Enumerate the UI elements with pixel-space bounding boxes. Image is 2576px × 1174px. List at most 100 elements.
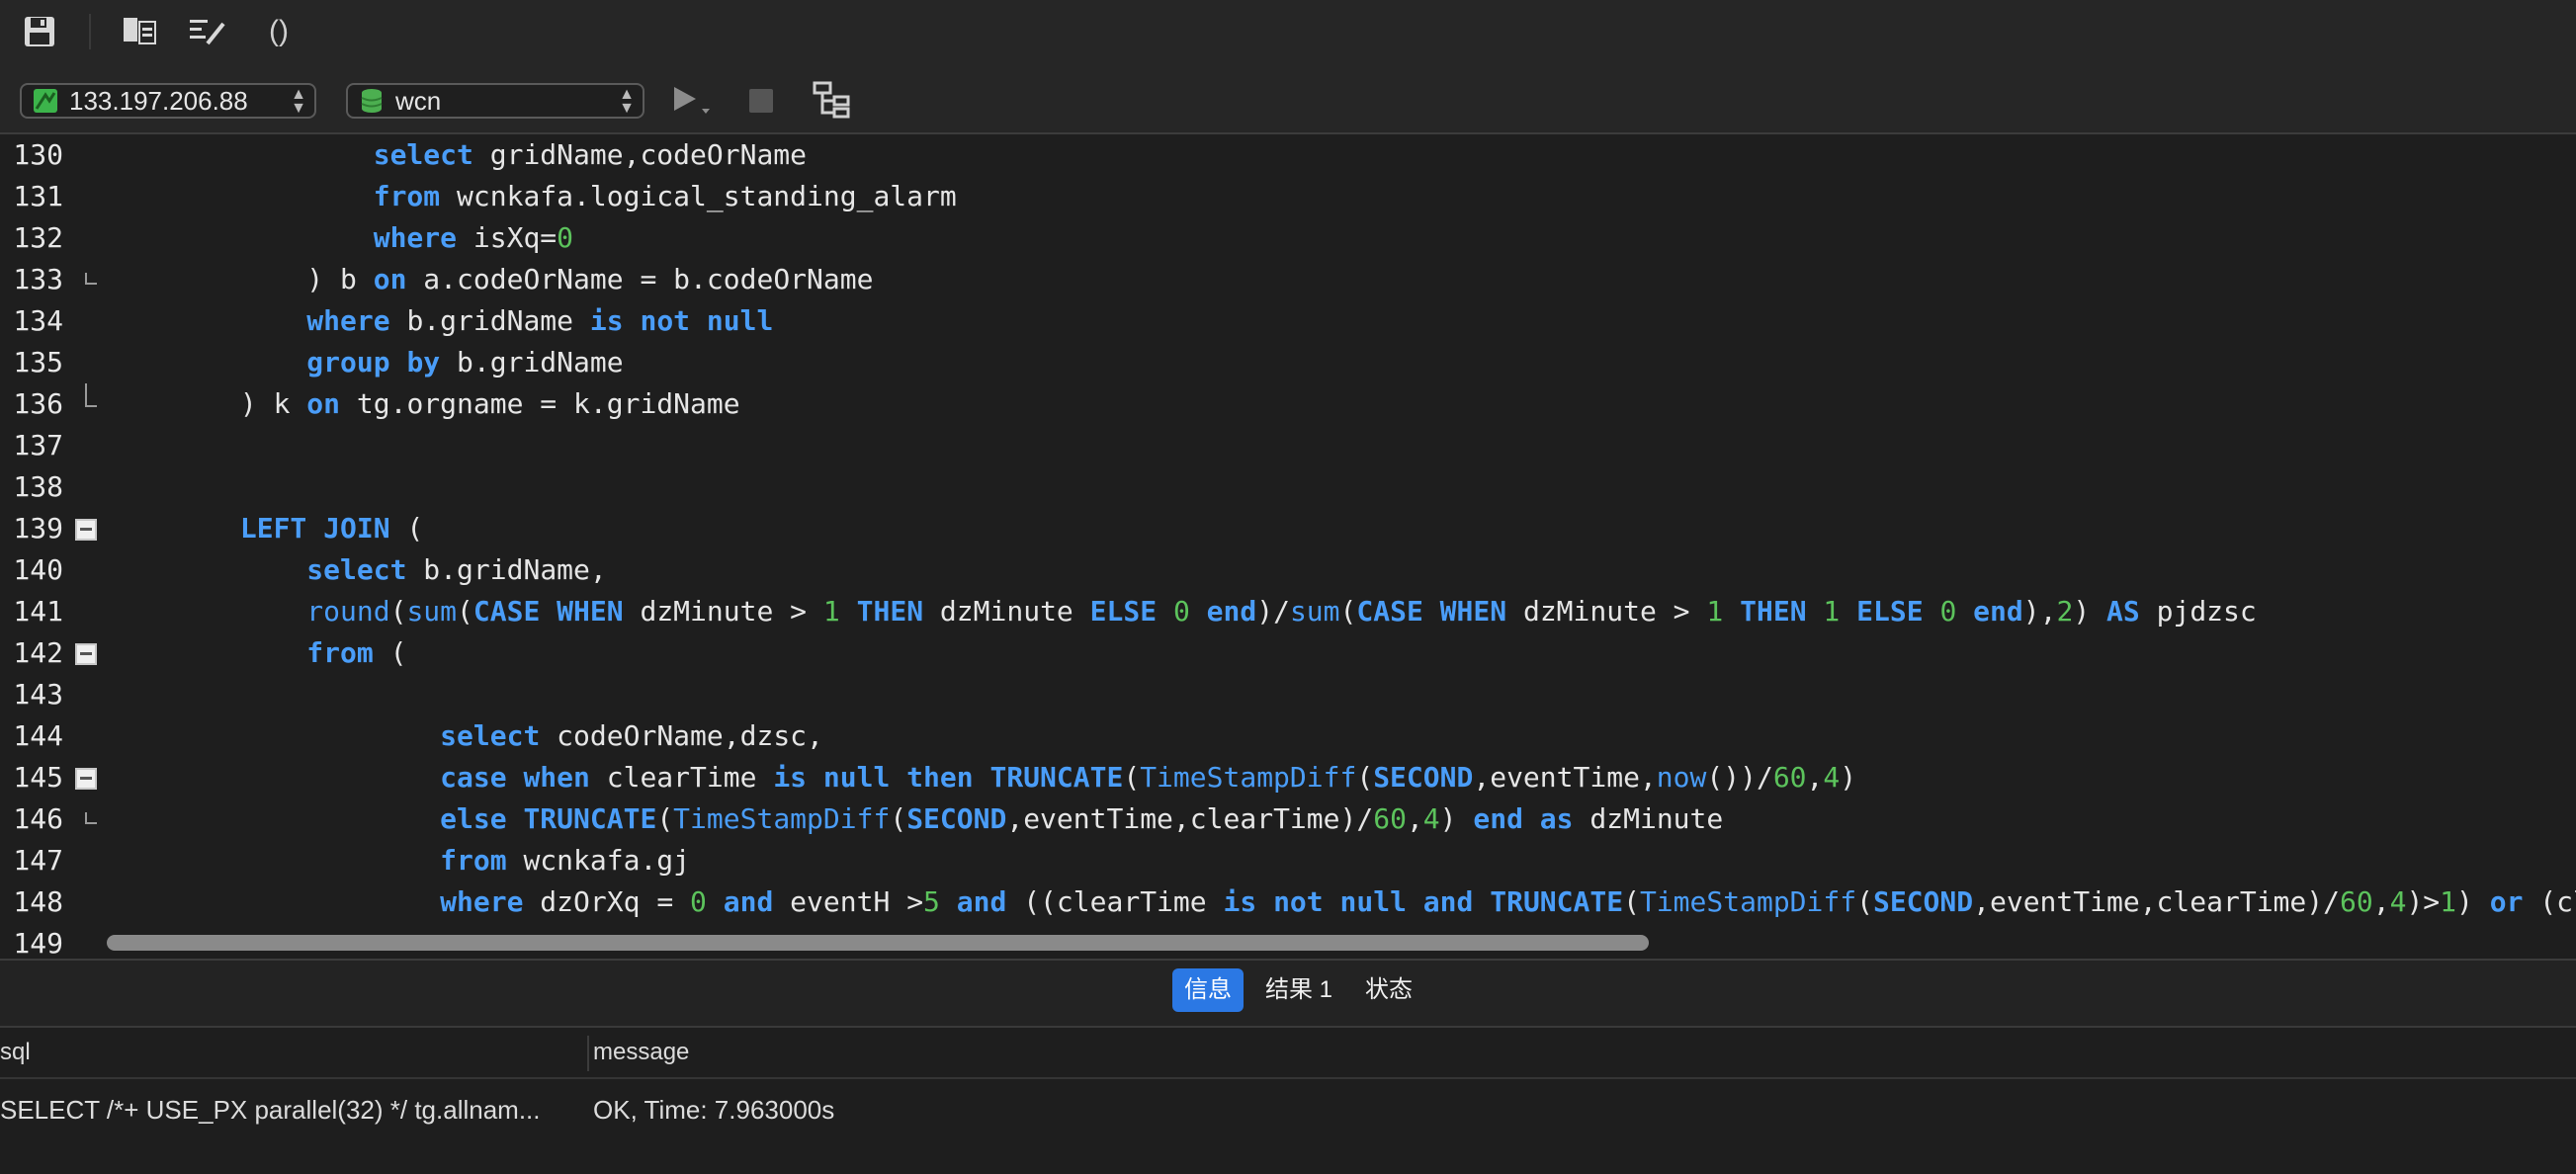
parentheses-glyph: () [269, 15, 289, 47]
sql-text: ( [656, 802, 674, 835]
sql-function: TimeStampDiff [1639, 885, 1857, 918]
sql-text: ( [389, 512, 424, 545]
line-number: 133 [13, 263, 63, 295]
code-line[interactable]: 138 [0, 466, 2576, 508]
line-number: 144 [13, 719, 63, 752]
fold-toggle-icon[interactable] [75, 643, 97, 665]
sql-text: ( [1856, 885, 1873, 918]
sql-text: b.gridName, [406, 553, 607, 586]
explain-button[interactable] [813, 81, 852, 121]
sql-text: , [1406, 802, 1423, 835]
sql-text: dzMinute > [623, 595, 823, 628]
query-builder-icon[interactable] [121, 12, 160, 51]
sql-keyword: AS [2106, 595, 2140, 628]
code-text: where isXq=0 [107, 217, 573, 259]
sql-text: dzMinute [923, 595, 1090, 628]
code-line[interactable]: 131 from wcnkafa.logical_standing_alarm [0, 176, 2576, 217]
sql-text: ((clearTime [1006, 885, 1224, 918]
result-header: sql message [0, 1028, 2576, 1079]
code-line[interactable]: 144 select codeOrName,dzsc, [0, 715, 2576, 757]
connection-icon [34, 89, 57, 113]
code-line[interactable]: 130 select gridName,codeOrName [0, 134, 2576, 176]
sql-text: ), [2022, 595, 2057, 628]
sql-text: ) b [306, 263, 374, 295]
sql-text: clearTime [589, 761, 774, 794]
line-number: 143 [13, 678, 63, 711]
tab-info[interactable]: 信息 [1172, 968, 1244, 1012]
result-tabs: 信息 结果 1 状态 [0, 961, 2576, 1028]
sql-keyword: THEN [856, 595, 924, 628]
column-separator[interactable] [587, 1036, 589, 1071]
sql-keyword: case when [440, 761, 590, 794]
parentheses-icon[interactable]: () [259, 12, 299, 51]
code-line[interactable]: 140 select b.gridName, [0, 549, 2576, 591]
sql-text: gridName,codeOrName [472, 138, 808, 171]
code-line[interactable]: 133 ) b on a.codeOrName = b.codeOrName [0, 259, 2576, 300]
sql-keyword: ELSE [1089, 595, 1158, 628]
tab-status[interactable]: 状态 [1354, 968, 1423, 1012]
sql-keyword: and [723, 885, 774, 918]
fold-toggle-icon[interactable] [75, 519, 97, 541]
code-line[interactable]: 137 [0, 425, 2576, 466]
chevron-updown-icon: ▲ ▼ [619, 86, 635, 117]
database-select[interactable]: wcn ▲ ▼ [346, 83, 644, 119]
sql-keyword: TRUNCATE [1490, 885, 1624, 918]
run-button[interactable] [672, 83, 716, 119]
code-line[interactable]: 132 where isXq=0 [0, 217, 2576, 259]
code-line[interactable]: 145 case when clearTime is null then TRU… [0, 757, 2576, 798]
sql-text: )/ [1256, 595, 1290, 628]
sql-keyword: SECOND [1872, 885, 1974, 918]
sql-keyword: where [440, 885, 524, 918]
sql-number: 60 [1772, 761, 1807, 794]
connection-bar: 133.197.206.88 ▲ ▼ wcn ▲ ▼ [0, 63, 2576, 134]
sql-text: wcnkafa.gj [506, 844, 691, 877]
sql-number: 5 [923, 885, 940, 918]
code-line[interactable]: 148 where dzOrXq = 0 and eventH >5 and (… [0, 881, 2576, 923]
line-number: 145 [13, 761, 63, 794]
line-number: 138 [13, 470, 63, 503]
stop-button[interactable] [747, 87, 775, 115]
sql-number: 60 [1373, 802, 1407, 835]
sql-keyword: CASE WHEN [1356, 595, 1507, 628]
code-line[interactable]: 135 group by b.gridName [0, 342, 2576, 383]
sql-text: tg.orgname = k.gridName [340, 387, 740, 420]
sql-text: ( [389, 595, 407, 628]
code-line[interactable]: 139 LEFT JOIN ( [0, 508, 2576, 549]
sql-text: ( [1623, 885, 1640, 918]
sql-keyword: on [306, 387, 341, 420]
code-text: ) k on tg.orgname = k.gridName [107, 383, 740, 425]
fold-toggle-icon[interactable] [75, 768, 97, 790]
code-text: where b.gridName is not null [107, 300, 773, 342]
code-line[interactable]: 134 where b.gridName is not null [0, 300, 2576, 342]
sql-editor[interactable]: 130 select gridName,codeOrName 131 from w… [0, 134, 2576, 959]
code-text: group by b.gridName [107, 342, 623, 383]
code-line[interactable]: 142 from ( [0, 632, 2576, 674]
code-line[interactable]: 136 ) k on tg.orgname = k.gridName [0, 383, 2576, 425]
code-line[interactable]: 146 else TRUNCATE(TimeStampDiff(SECOND,e… [0, 798, 2576, 840]
sql-text: dzOrXq = [523, 885, 691, 918]
code-line[interactable]: 147 from wcnkafa.gj [0, 840, 2576, 881]
save-icon[interactable] [20, 12, 59, 51]
horizontal-scrollbar-thumb[interactable] [107, 935, 1649, 951]
sql-text: ( [890, 802, 907, 835]
sql-text: a.codeOrName = b.codeOrName [406, 263, 874, 295]
connection-select[interactable]: 133.197.206.88 ▲ ▼ [20, 83, 316, 119]
code-line[interactable]: 141 round(sum(CASE WHEN dzMinute > 1 THE… [0, 591, 2576, 632]
code-text: where dzOrXq = 0 and eventH >5 and ((cle… [107, 881, 2576, 923]
sql-text: ,eventTime,clearTime)/ [1973, 885, 2340, 918]
column-header-message[interactable]: message [593, 1028, 689, 1077]
line-number: 135 [13, 346, 63, 378]
table-row[interactable]: SELECT /*+ USE_PX parallel(32) */ tg.all… [0, 1079, 2576, 1140]
beautify-icon[interactable] [188, 12, 227, 51]
code-line[interactable]: 143 [0, 674, 2576, 715]
sql-keyword: TRUNCATE [989, 761, 1124, 794]
code-text: from ( [107, 632, 406, 674]
tab-result-1[interactable]: 结果 1 [1259, 968, 1338, 1012]
sql-text: )> [2406, 885, 2441, 918]
column-header-sql[interactable]: sql [0, 1028, 31, 1077]
